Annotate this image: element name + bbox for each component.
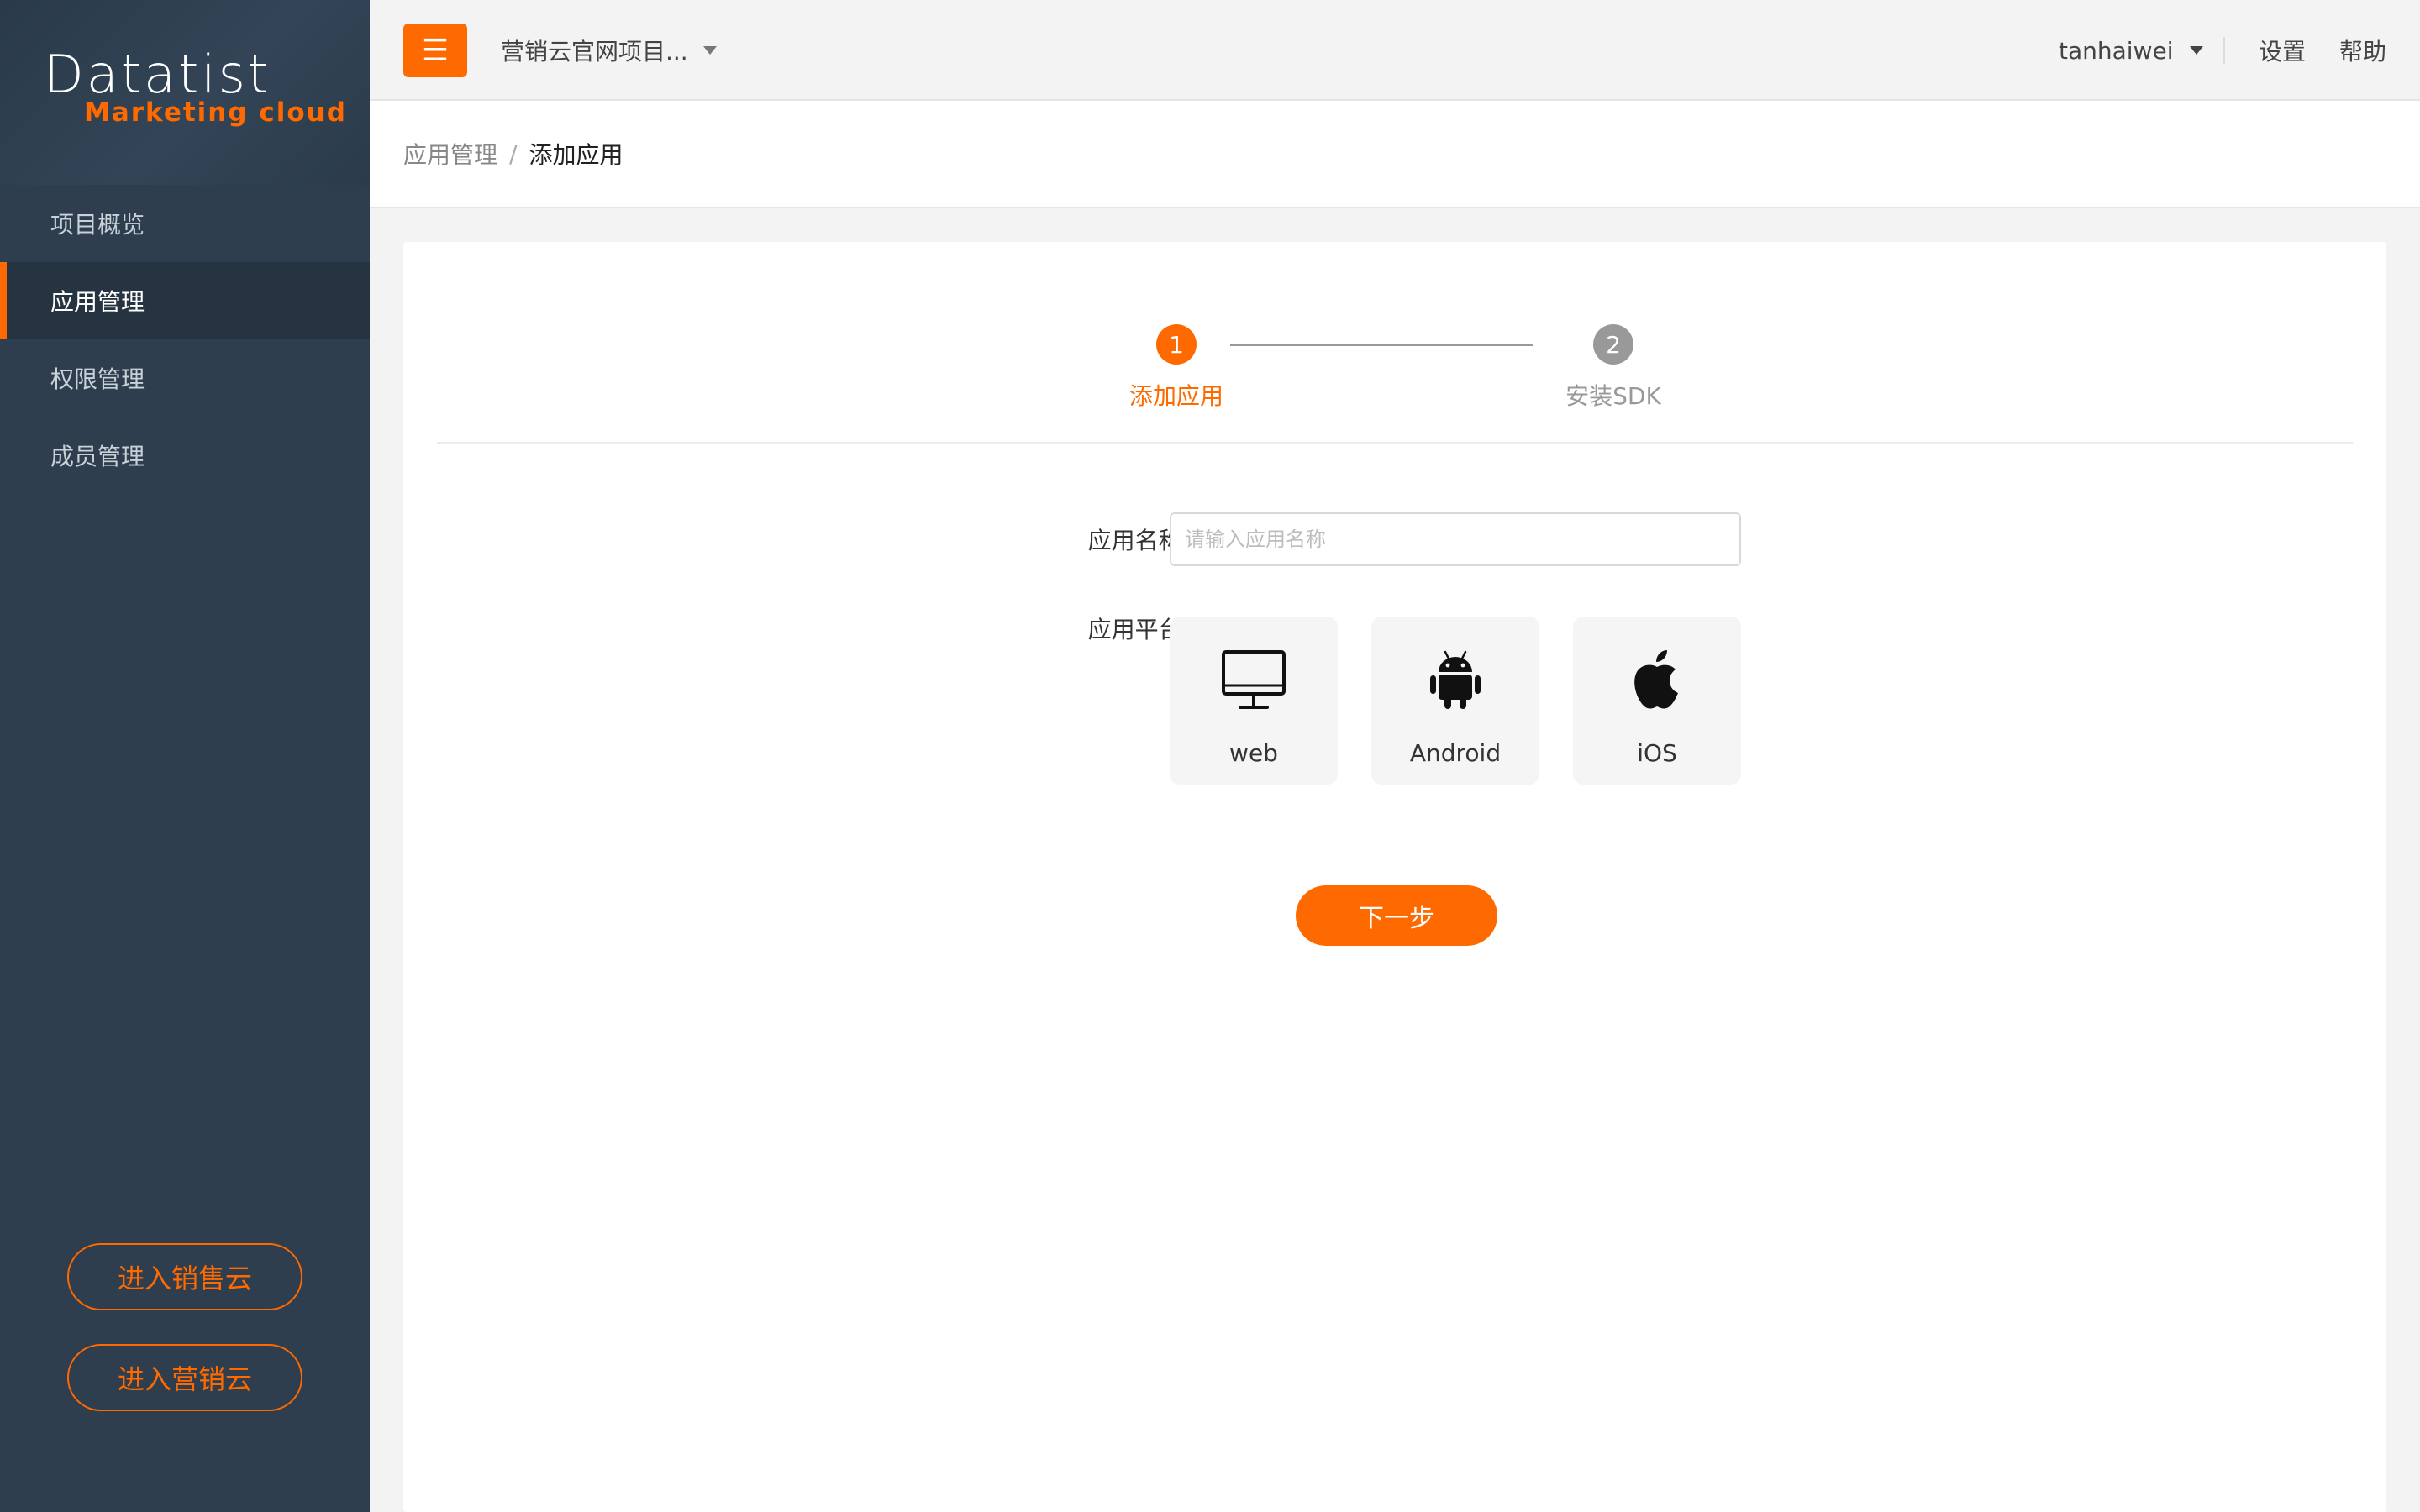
step-2-label: 安装SDK <box>1565 382 1661 410</box>
sidebar-item-label: 应用管理 <box>50 288 145 316</box>
username: tanhaiwei <box>2059 36 2174 65</box>
step-1-indicator: 1 <box>1156 324 1197 365</box>
menu-toggle-button[interactable]: ☰ <box>403 24 467 77</box>
header-divider <box>2223 37 2225 64</box>
sidebar-item-label: 成员管理 <box>50 443 145 470</box>
apple-icon <box>1634 650 1678 709</box>
top-header: ☰ 营销云官网项目... tanhaiwei 设置 帮助 <box>370 0 2420 101</box>
platform-label: Android <box>1409 739 1502 767</box>
sidebar-item-app-management[interactable]: 应用管理 <box>0 262 370 339</box>
chevron-down-icon <box>702 46 717 55</box>
platform-option-ios[interactable]: iOS <box>1573 617 1741 785</box>
user-menu[interactable]: tanhaiwei <box>2059 30 2204 71</box>
app-root: Datatist Marketing cloud 项目概览 应用管理 权限管理 … <box>0 0 2420 1512</box>
platform-option-web[interactable]: web <box>1170 617 1338 785</box>
sidebar-nav: 项目概览 应用管理 权限管理 成员管理 <box>0 185 370 494</box>
platform-label: iOS <box>1637 739 1677 767</box>
main-card: 1 2 添加应用 安装SDK 应用名称: 应用平台: web <box>403 242 2386 1512</box>
step-2-indicator: 2 <box>1593 324 1634 365</box>
sidebar-item-project-overview[interactable]: 项目概览 <box>0 185 370 262</box>
step-1-label: 添加应用 <box>1128 382 1223 410</box>
app-platform-label: 应用平台: <box>1087 616 1190 643</box>
breadcrumb-current: 添加应用 <box>529 141 623 169</box>
breadcrumb-separator: / <box>509 139 518 168</box>
breadcrumb-parent[interactable]: 应用管理 <box>403 137 497 171</box>
breadcrumb: 应用管理 / 添加应用 <box>370 101 2420 208</box>
sidebar-item-permission-management[interactable]: 权限管理 <box>0 339 370 417</box>
app-name-label: 应用名称: <box>1087 527 1190 554</box>
sidebar-item-label: 项目概览 <box>50 211 145 239</box>
platform-option-android[interactable]: Android <box>1371 617 1539 785</box>
logo-subtitle: Marketing cloud <box>84 97 347 128</box>
next-step-button[interactable]: 下一步 <box>1296 885 1497 946</box>
project-name: 营销云官网项目... <box>501 38 688 66</box>
platform-label: web <box>1229 739 1278 767</box>
enter-sales-cloud-button[interactable]: 进入销售云 <box>67 1243 302 1310</box>
sidebar-item-label: 权限管理 <box>50 365 145 393</box>
settings-link[interactable]: 设置 <box>2259 30 2306 71</box>
sidebar-item-member-management[interactable]: 成员管理 <box>0 417 370 494</box>
step-connector <box>1230 344 1533 346</box>
help-link[interactable]: 帮助 <box>2339 30 2386 71</box>
android-icon <box>1430 650 1481 709</box>
monitor-icon <box>1222 650 1286 709</box>
app-name-input[interactable] <box>1170 512 1741 566</box>
enter-marketing-cloud-button[interactable]: 进入营销云 <box>67 1344 302 1411</box>
chevron-down-icon <box>2190 46 2204 55</box>
project-selector[interactable]: 营销云官网项目... <box>501 30 717 71</box>
logo: Datatist Marketing cloud <box>0 0 370 185</box>
steps-divider <box>437 442 2353 444</box>
sidebar: Datatist Marketing cloud 项目概览 应用管理 权限管理 … <box>0 0 370 1512</box>
hamburger-icon: ☰ <box>421 33 450 68</box>
